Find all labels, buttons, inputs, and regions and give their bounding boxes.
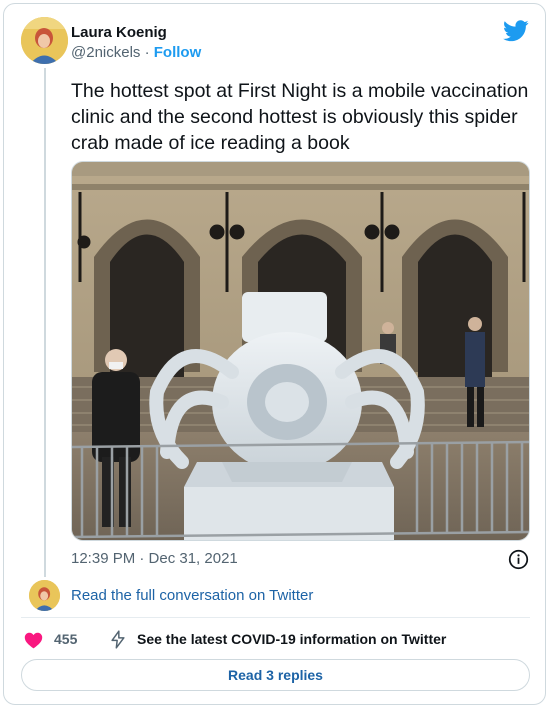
conversation-avatar[interactable] (29, 580, 60, 611)
twitter-bird-icon[interactable] (503, 20, 529, 42)
like-count[interactable]: 455 (54, 631, 77, 647)
covid-bolt-icon[interactable] (108, 629, 128, 650)
author-avatar[interactable] (21, 17, 68, 64)
follow-link[interactable]: Follow (154, 44, 202, 61)
tweet-text: The hottest spot at First Night is a mob… (71, 80, 529, 154)
read-conversation-link[interactable]: Read the full conversation on Twitter (71, 587, 313, 604)
tweet-timestamp[interactable]: 12:39 PM · Dec 31, 2021 (71, 550, 238, 567)
divider (21, 617, 530, 618)
tweet-photo[interactable] (71, 161, 530, 541)
author-name[interactable]: Laura Koenig (71, 24, 167, 41)
thread-line (44, 68, 46, 577)
actions-row: 455 See the latest COVID-19 information … (21, 629, 531, 651)
heart-icon[interactable] (24, 631, 43, 649)
read-replies-button[interactable]: Read 3 replies (21, 659, 530, 691)
author-handle-row: @2nickels · Follow (71, 44, 201, 61)
author-handle[interactable]: @2nickels (71, 44, 140, 61)
separator: · (144, 44, 150, 61)
covid-info-link[interactable]: See the latest COVID-19 information on T… (137, 631, 446, 647)
tweet-card: Laura Koenig @2nickels · Follow The hott… (3, 3, 546, 705)
info-icon[interactable] (508, 549, 529, 570)
